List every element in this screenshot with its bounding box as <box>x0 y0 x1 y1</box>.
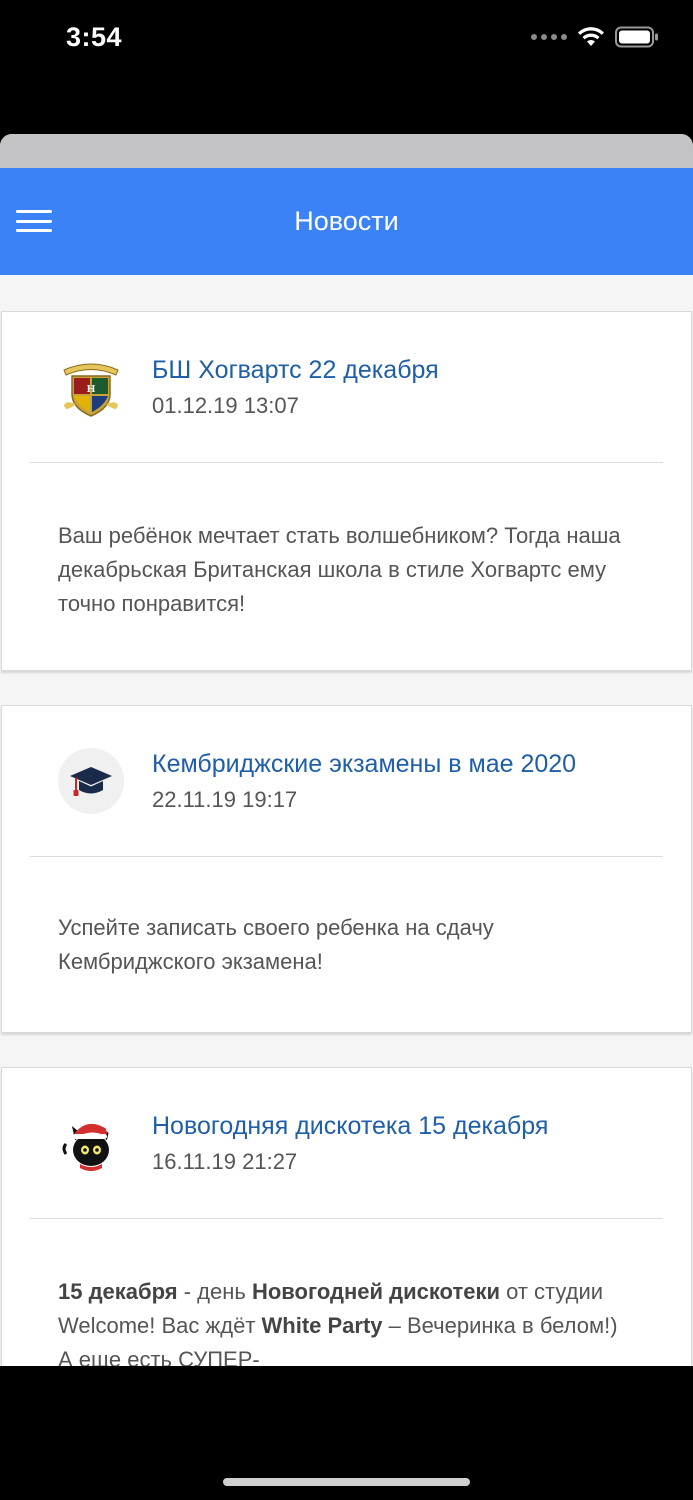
app-sheet: Новости H БШ Хогвартс 22 декабря 01.12.1… <box>0 134 693 1366</box>
news-body-bold: Новогодней дискотеки <box>251 1279 500 1304</box>
battery-icon <box>615 26 658 48</box>
news-card-header: Кембриджские экзамены в мае 2020 22.11.1… <box>2 706 691 856</box>
news-body-text: - день <box>177 1279 252 1304</box>
news-date: 01.12.19 13:07 <box>152 393 299 418</box>
home-indicator[interactable] <box>223 1478 470 1486</box>
news-body: Успейте записать своего ребенка на сдачу… <box>58 915 494 974</box>
news-card-titles: БШ Хогвартс 22 декабря 01.12.19 13:07 <box>152 355 439 419</box>
cellular-signal-icon <box>531 34 567 40</box>
svg-text:H: H <box>87 383 96 395</box>
hogwarts-crest-icon: H <box>58 354 124 420</box>
news-card-header: Новогодняя дискотека 15 декабря 16.11.19… <box>2 1068 691 1218</box>
news-title[interactable]: БШ Хогвартс 22 декабря <box>152 355 439 385</box>
news-body-bold: 15 декабря <box>58 1279 178 1304</box>
news-body-bold: White Party <box>261 1313 383 1338</box>
news-body: Ваш ребёнок мечтает стать волшебником? Т… <box>58 523 621 616</box>
news-card[interactable]: Кембриджские экзамены в мае 2020 22.11.1… <box>1 705 692 1033</box>
status-time: 3:54 <box>66 22 123 52</box>
news-card[interactable]: H БШ Хогвартс 22 декабря 01.12.19 13:07 … <box>1 311 692 671</box>
sheet-top-strip <box>0 134 693 168</box>
graduation-cap-icon <box>58 748 124 814</box>
status-icons <box>531 26 659 48</box>
page-title: Новости <box>294 206 399 236</box>
news-body: 15 декабря - день Новогодней дискотеки о… <box>2 1219 691 1366</box>
app-header: Новости <box>0 168 693 275</box>
wifi-icon <box>578 27 604 46</box>
santa-cat-icon <box>58 1110 124 1176</box>
news-card-header: H БШ Хогвартс 22 декабря 01.12.19 13:07 <box>2 312 691 462</box>
news-card-titles: Кембриджские экзамены в мае 2020 22.11.1… <box>152 749 576 813</box>
news-title[interactable]: Кембриджские экзамены в мае 2020 <box>152 749 576 779</box>
news-date: 16.11.19 21:27 <box>152 1149 298 1174</box>
news-card[interactable]: Новогодняя дискотека 15 декабря 16.11.19… <box>1 1067 692 1366</box>
status-bar: 3:54 <box>0 0 693 80</box>
news-date: 22.11.19 19:17 <box>152 787 298 812</box>
news-title[interactable]: Новогодняя дискотека 15 декабря <box>152 1111 548 1141</box>
news-card-titles: Новогодняя дискотека 15 декабря 16.11.19… <box>152 1111 548 1175</box>
hamburger-menu-icon[interactable] <box>16 206 52 236</box>
